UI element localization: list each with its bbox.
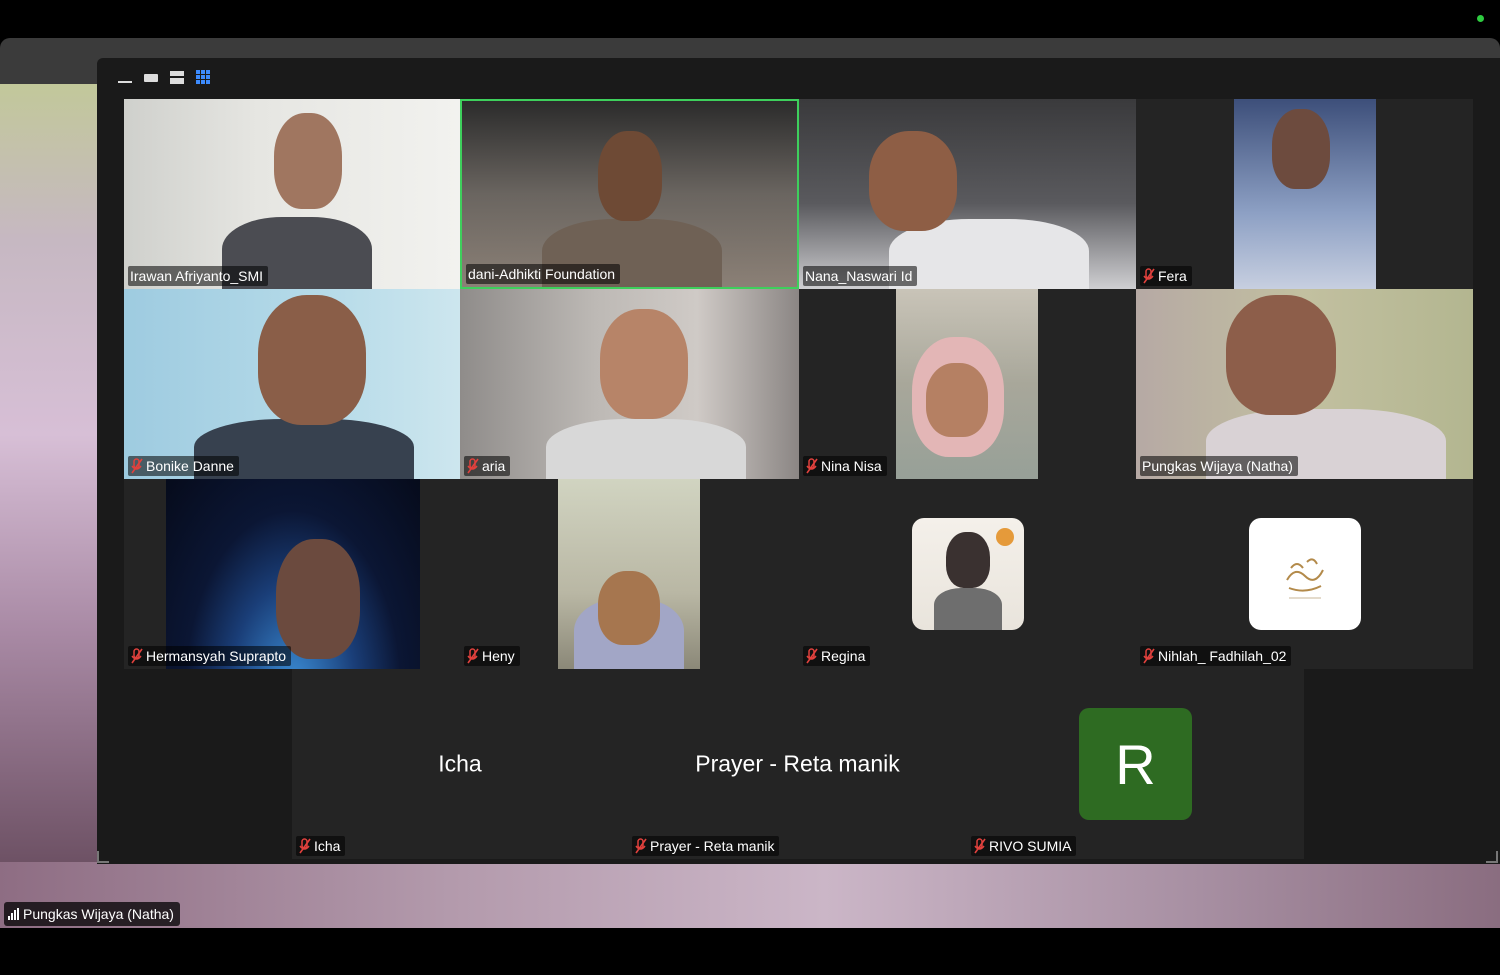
participant-tile[interactable]: Nana_Naswari Id	[799, 99, 1136, 289]
participant-name-tag: RIVO SUMIA	[971, 836, 1077, 856]
participant-name-tag: Nina Nisa	[803, 456, 887, 476]
participant-display-name: Prayer - Reta manik	[695, 750, 900, 777]
muted-mic-icon	[805, 458, 819, 474]
participant-tile[interactable]: R RIVO SUMIA	[967, 669, 1304, 859]
participant-tile[interactable]: Prayer - Reta manik Prayer - Reta manik	[628, 669, 967, 859]
participant-video	[896, 289, 1038, 479]
participant-display-name: Icha	[438, 750, 482, 777]
calligraphy-logo-icon	[1286, 558, 1324, 599]
participant-name-tag: Heny	[464, 646, 520, 666]
muted-mic-icon	[634, 838, 648, 854]
self-name-tag: Pungkas Wijaya (Natha)	[4, 902, 180, 926]
participant-video	[1234, 99, 1376, 289]
muted-mic-icon	[298, 838, 312, 854]
participant-video	[166, 479, 420, 669]
avatar: R	[1079, 708, 1192, 820]
participant-name-tag: Nihlah_ Fadhilah_02	[1140, 646, 1292, 666]
signal-strength-icon	[8, 908, 19, 920]
participant-video	[558, 479, 700, 669]
participant-name-tag: dani-Adhikti Foundation	[466, 264, 621, 284]
muted-mic-icon	[466, 458, 480, 474]
muted-mic-icon	[805, 648, 819, 664]
participant-tile[interactable]: Irawan Afriyanto_SMI	[124, 99, 460, 289]
participant-name-tag: Prayer - Reta manik	[632, 836, 780, 856]
speaker-view-icon[interactable]	[143, 69, 159, 85]
participant-tile[interactable]: Icha Icha	[292, 669, 628, 859]
muted-mic-icon	[466, 648, 480, 664]
profile-picture	[1249, 518, 1361, 630]
view-switcher	[117, 68, 211, 86]
strip-view-icon[interactable]	[169, 69, 185, 85]
minimize-view-icon[interactable]	[117, 69, 133, 85]
participant-tile[interactable]: Pungkas Wijaya (Natha)	[1136, 289, 1473, 479]
participant-tile[interactable]: Nina Nisa	[799, 289, 1136, 479]
profile-picture	[912, 518, 1024, 630]
self-name-label: Pungkas Wijaya (Natha)	[23, 906, 174, 922]
participant-tile[interactable]: Hermansyah Suprapto	[124, 479, 460, 669]
participant-name-tag: Pungkas Wijaya (Natha)	[1140, 456, 1298, 476]
muted-mic-icon	[130, 648, 144, 664]
participant-tile[interactable]: aria	[460, 289, 799, 479]
participant-tile[interactable]: Bonike Danne	[124, 289, 460, 479]
participant-tile[interactable]: Heny	[460, 479, 799, 669]
self-video-bottom-area	[0, 862, 1500, 928]
resize-handle-left[interactable]	[97, 851, 109, 863]
muted-mic-icon	[1142, 648, 1156, 664]
gallery-view-icon[interactable]	[195, 69, 211, 85]
participant-tile[interactable]: Fera	[1136, 99, 1473, 289]
participant-name-tag: Fera	[1140, 266, 1192, 286]
muted-mic-icon	[973, 838, 987, 854]
participant-name-tag: Bonike Danne	[128, 456, 239, 476]
bottom-bar	[0, 928, 1500, 975]
resize-handle-right[interactable]	[1486, 851, 1498, 863]
participant-name-tag: Icha	[296, 836, 346, 856]
muted-mic-icon	[1142, 268, 1156, 284]
muted-mic-icon	[130, 458, 144, 474]
participant-name-tag: Hermansyah Suprapto	[128, 646, 292, 666]
participant-name-tag: Irawan Afriyanto_SMI	[128, 266, 269, 286]
participant-tile-active-speaker[interactable]: dani-Adhikti Foundation	[460, 99, 799, 289]
top-bar	[0, 0, 1500, 38]
gallery-view-panel: Irawan Afriyanto_SMI dani-Adhikti Founda…	[97, 58, 1500, 864]
status-dot-icon	[1477, 15, 1484, 22]
participant-tile[interactable]: Regina	[799, 479, 1136, 669]
participant-name-tag: Nana_Naswari Id	[803, 266, 918, 286]
participant-tile[interactable]: Nihlah_ Fadhilah_02	[1136, 479, 1473, 669]
participant-name-tag: aria	[464, 456, 511, 476]
participant-name-tag: Regina	[803, 646, 871, 666]
self-video-left-area	[0, 84, 100, 864]
